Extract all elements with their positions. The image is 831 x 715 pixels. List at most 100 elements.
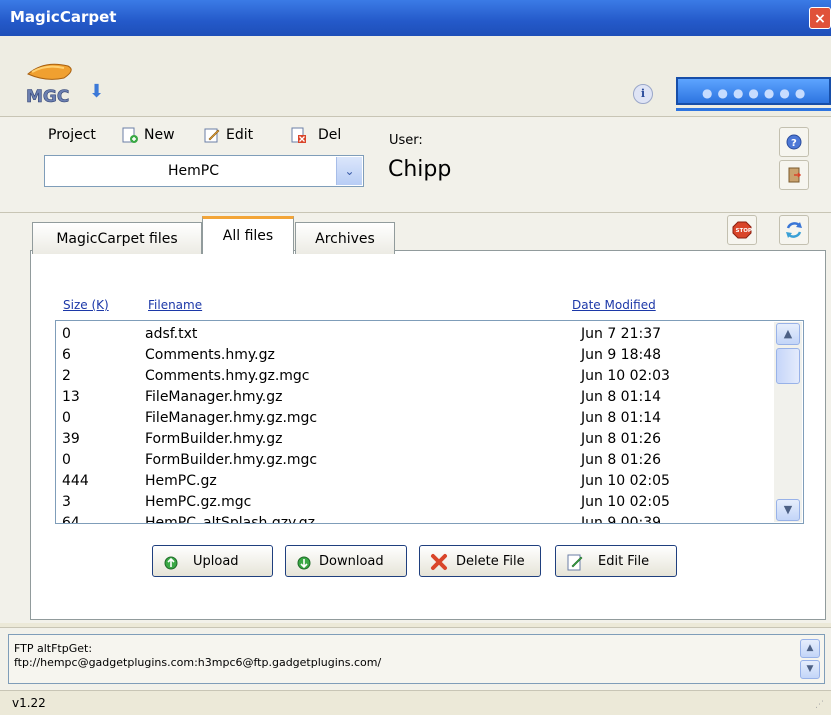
version-label: v1.22 (12, 696, 46, 710)
delete-project-icon[interactable] (291, 127, 307, 143)
table-row[interactable]: 3 HemPC.gz.mgc Jun 10 02:05 (56, 494, 776, 515)
cell-filename: Comments.hmy.gz.mgc (145, 368, 310, 384)
scroll-thumb[interactable] (776, 348, 800, 384)
edit-project-icon[interactable] (204, 127, 220, 143)
new-project-icon[interactable] (122, 127, 138, 143)
column-header-date[interactable]: Date Modified (572, 298, 656, 312)
info-icon[interactable]: i (633, 84, 653, 104)
scroll-down-icon[interactable]: ▼ (776, 499, 800, 521)
project-label: Project (48, 127, 96, 143)
status-line-2: ftp://hempc@gadgetplugins.com:h3mpc6@ftp… (14, 656, 382, 669)
new-project-button[interactable]: New (144, 127, 175, 143)
close-button[interactable]: × (809, 7, 831, 29)
cell-date: Jun 10 02:03 (581, 368, 670, 384)
cell-date: Jun 10 02:05 (581, 494, 670, 510)
resize-grip-icon[interactable]: ⋰ (815, 700, 825, 710)
upload-label: Upload (193, 554, 239, 569)
cell-size: 3 (62, 494, 71, 510)
header-bar: MGC ⬇ i ●●●●●●● (0, 36, 831, 117)
cell-size: 6 (62, 347, 71, 363)
cell-filename: FormBuilder.hmy.gz (145, 431, 283, 447)
cell-filename: FileManager.hmy.gz (145, 389, 283, 405)
cell-filename: HemPC.gz (145, 473, 217, 489)
status-scroll-down-icon[interactable]: ▼ (800, 660, 820, 679)
title-bar[interactable]: MagicCarpet × (0, 0, 831, 36)
arrow-down-icon[interactable]: ⬇ (89, 81, 104, 102)
stop-icon: STOP (732, 221, 752, 239)
cell-filename: Comments.hmy.gz (145, 347, 275, 363)
delete-project-button[interactable]: Del (318, 127, 341, 143)
tab-magiccarpet-files[interactable]: MagicCarpet files (32, 222, 202, 254)
delete-file-label: Delete File (456, 554, 525, 569)
refresh-icon (786, 222, 802, 238)
status-line-1: FTP altFtpGet: (14, 642, 93, 655)
scroll-up-icon[interactable]: ▲ (776, 323, 800, 345)
cell-date: Jun 10 02:05 (581, 473, 670, 489)
table-row[interactable]: 444 HemPC.gz Jun 10 02:05 (56, 473, 776, 494)
indicator-dots: ●●●●●●● (702, 86, 811, 100)
cell-size: 0 (62, 326, 71, 342)
logo-text: MGC (26, 87, 69, 106)
table-row[interactable]: 39 FormBuilder.hmy.gz Jun 8 01:26 (56, 431, 776, 452)
cell-date: Jun 8 01:14 (581, 389, 662, 405)
status-scroll-up-icon[interactable]: ▲ (800, 639, 820, 658)
cell-size: 2 (62, 368, 71, 384)
mgc-logo: MGC (24, 56, 84, 107)
window-title: MagicCarpet (10, 8, 117, 26)
table-row[interactable]: 0 FormBuilder.hmy.gz.mgc Jun 8 01:26 (56, 452, 776, 473)
refresh-button[interactable] (779, 215, 809, 245)
edit-file-button[interactable]: Edit File (555, 545, 677, 577)
stop-button[interactable]: STOP (727, 215, 757, 245)
cell-size: 444 (62, 473, 89, 489)
table-row[interactable]: 0 FileManager.hmy.gz.mgc Jun 8 01:14 (56, 410, 776, 431)
table-row[interactable]: 0 adsf.txt Jun 7 21:37 (56, 326, 776, 347)
chevron-down-icon[interactable]: ⌄ (336, 157, 362, 185)
cell-filename: HemPC.gz.mgc (145, 494, 252, 510)
edit-file-icon (566, 553, 584, 571)
table-row[interactable]: 6 Comments.hmy.gz Jun 9 18:48 (56, 347, 776, 368)
cell-size: 64 (62, 515, 80, 524)
table-row[interactable]: 2 Comments.hmy.gz.mgc Jun 10 02:03 (56, 368, 776, 389)
tab-archives[interactable]: Archives (295, 222, 395, 254)
cell-size: 0 (62, 452, 71, 468)
column-header-size[interactable]: Size (K) (63, 298, 109, 312)
cell-date: Jun 9 18:48 (581, 347, 662, 363)
app-window: MagicCarpet × MGC ⬇ i ●●●●●●● Project Ne… (0, 0, 831, 715)
cell-size: 0 (62, 410, 71, 426)
user-label: User: (389, 133, 423, 148)
cell-filename: adsf.txt (145, 326, 198, 342)
table-row[interactable]: 64 HemPC_altSplash.gzy.gz Jun 9 00:39 (56, 515, 776, 524)
cell-filename: FileManager.hmy.gz.mgc (145, 410, 318, 426)
exit-door-icon (788, 167, 802, 183)
project-select[interactable]: HemPC ⌄ (44, 155, 364, 187)
user-name: Chipp (388, 157, 452, 182)
cell-date: Jun 8 01:26 (581, 452, 662, 468)
cell-size: 39 (62, 431, 80, 447)
upload-icon (163, 553, 181, 571)
upload-button[interactable]: Upload (152, 545, 273, 577)
column-header-filename[interactable]: Filename (148, 298, 202, 312)
edit-project-button[interactable]: Edit (226, 127, 253, 143)
svg-text:STOP: STOP (736, 228, 752, 234)
cell-filename: FormBuilder.hmy.gz.mgc (145, 452, 318, 468)
cell-date: Jun 8 01:14 (581, 410, 662, 426)
delete-file-button[interactable]: Delete File (419, 545, 541, 577)
tab-all-files[interactable]: All files (202, 216, 294, 254)
cell-date: Jun 8 01:26 (581, 431, 662, 447)
cell-date: Jun 9 00:39 (581, 515, 662, 524)
table-row[interactable]: 13 FileManager.hmy.gz Jun 8 01:14 (56, 389, 776, 410)
svg-text:?: ? (791, 138, 797, 149)
delete-x-icon (430, 553, 448, 571)
file-list[interactable]: 0 adsf.txt Jun 7 21:37 6 Comments.hmy.gz Jun… (55, 320, 804, 524)
indicator-underline (676, 108, 831, 111)
help-button[interactable]: ? (779, 127, 809, 157)
download-button[interactable]: Download (285, 545, 407, 577)
cell-date: Jun 7 21:37 (581, 326, 662, 342)
activity-indicator: ●●●●●●● (676, 77, 831, 105)
project-select-value: HemPC (168, 163, 219, 179)
exit-button[interactable] (779, 160, 809, 190)
download-label: Download (319, 554, 384, 569)
cell-filename: HemPC_altSplash.gzy.gz (145, 515, 316, 524)
cell-size: 13 (62, 389, 80, 405)
download-icon (296, 553, 314, 571)
